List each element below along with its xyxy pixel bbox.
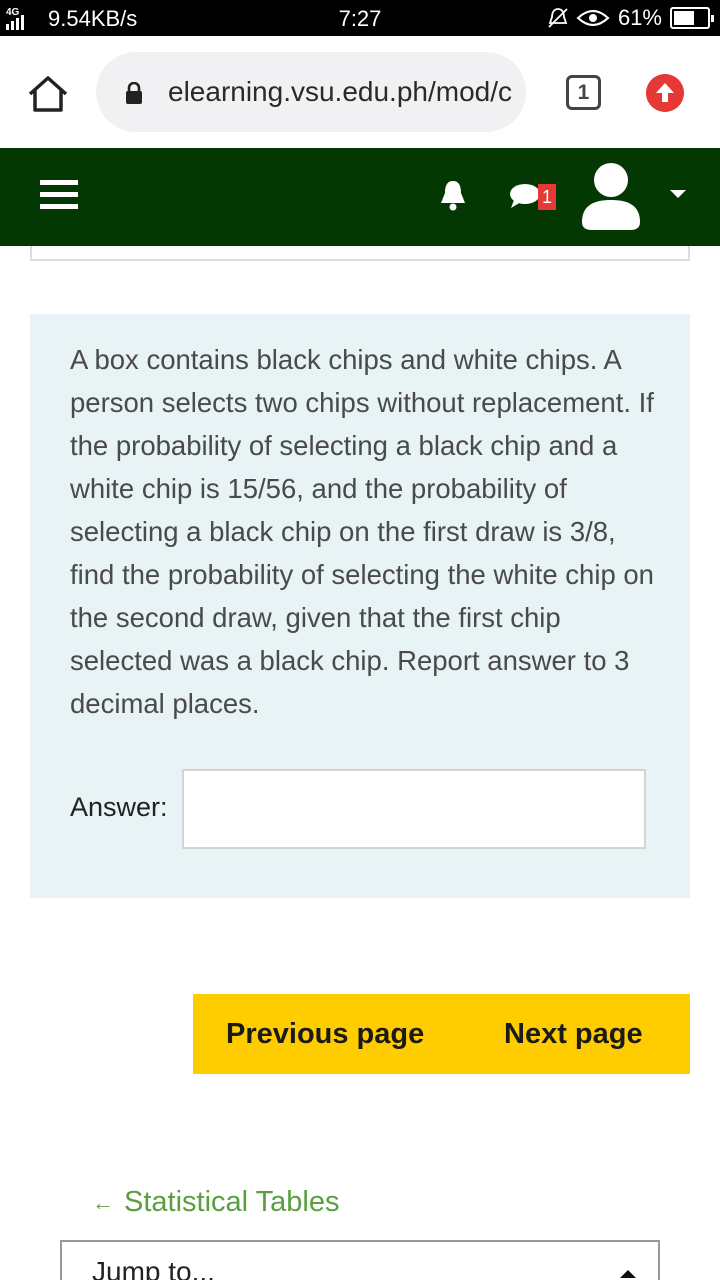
tab-switcher-button[interactable]: 1 bbox=[566, 75, 601, 110]
page-navigation: Previous page Next page bbox=[193, 994, 690, 1074]
home-icon[interactable] bbox=[26, 74, 70, 114]
jump-to-select[interactable]: Jump to... bbox=[60, 1240, 660, 1280]
user-avatar-icon[interactable] bbox=[578, 160, 644, 232]
notification-bell-icon[interactable] bbox=[436, 178, 470, 212]
battery-percent: 61% bbox=[617, 5, 662, 30]
back-link-label: Statistical Tables bbox=[124, 1186, 340, 1218]
answer-input[interactable] bbox=[182, 769, 646, 849]
eye-icon bbox=[576, 9, 610, 27]
alarm-off-icon bbox=[548, 8, 568, 28]
url-text: elearning.vsu.edu.ph/mod/c bbox=[168, 76, 512, 107]
question-text: A box contains black chips and white chi… bbox=[70, 344, 654, 719]
previous-page-button[interactable]: Previous page bbox=[226, 1018, 424, 1051]
browser-toolbar: elearning.vsu.edu.ph/mod/c 1 bbox=[0, 36, 720, 148]
question-card: A box contains black chips and white chi… bbox=[30, 314, 690, 898]
user-menu-caret-icon[interactable] bbox=[670, 190, 686, 198]
left-arrow-icon: ← bbox=[92, 1189, 114, 1215]
messages-icon[interactable] bbox=[508, 183, 542, 209]
message-count-badge: 1 bbox=[538, 184, 556, 210]
answer-label: Answer: bbox=[70, 792, 168, 822]
lock-icon bbox=[126, 82, 142, 104]
status-bar: 4G 9.54KB/s 7:27 61% bbox=[0, 0, 720, 36]
back-link-statistical-tables[interactable]: ← Statistical Tables bbox=[92, 1186, 339, 1219]
previous-content-edge bbox=[30, 246, 690, 261]
select-arrow-icon bbox=[620, 1270, 636, 1278]
site-header bbox=[0, 148, 720, 246]
status-icons: 61% bbox=[548, 5, 714, 31]
next-page-button[interactable]: Next page bbox=[504, 1018, 643, 1051]
upload-icon[interactable] bbox=[646, 74, 684, 112]
battery-icon bbox=[670, 7, 714, 29]
jump-to-label: Jump to... bbox=[92, 1256, 215, 1280]
address-bar[interactable]: elearning.vsu.edu.ph/mod/c bbox=[96, 52, 526, 132]
menu-icon[interactable] bbox=[40, 180, 78, 218]
